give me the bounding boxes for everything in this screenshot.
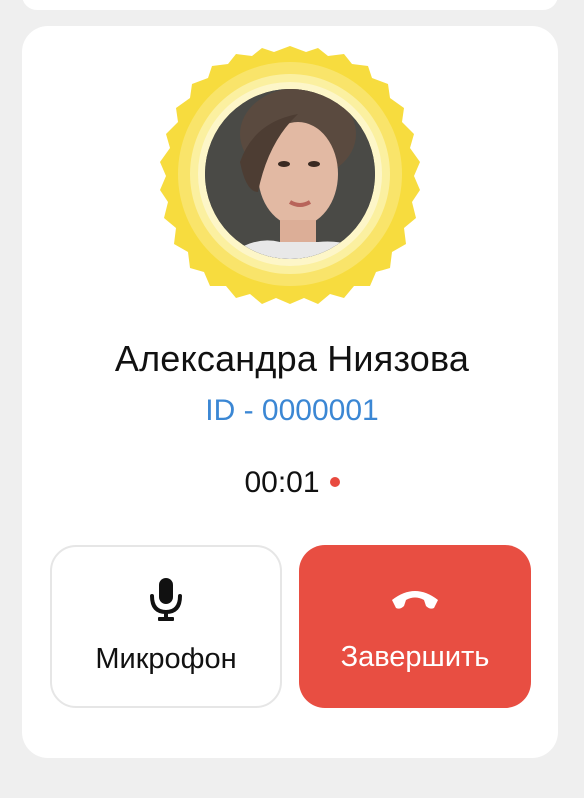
contact-name: Александра Ниязова — [114, 338, 470, 379]
end-call-button[interactable]: Завершить — [299, 545, 531, 708]
microphone-label: Микрофон — [95, 643, 237, 675]
microphone-icon — [52, 575, 280, 623]
phone-hangup-icon — [299, 573, 531, 621]
call-timer: 00:01 — [244, 466, 320, 499]
end-call-label: Завершить — [340, 641, 490, 673]
previous-card — [22, 0, 558, 10]
avatar-ring — [160, 46, 420, 304]
contact-id: ID - 0000001 — [205, 394, 379, 427]
call-timer-row: 00:01 — [0, 466, 584, 500]
avatar — [158, 42, 422, 306]
recording-dot-icon — [329, 477, 340, 487]
microphone-button[interactable]: Микрофон — [50, 545, 282, 708]
